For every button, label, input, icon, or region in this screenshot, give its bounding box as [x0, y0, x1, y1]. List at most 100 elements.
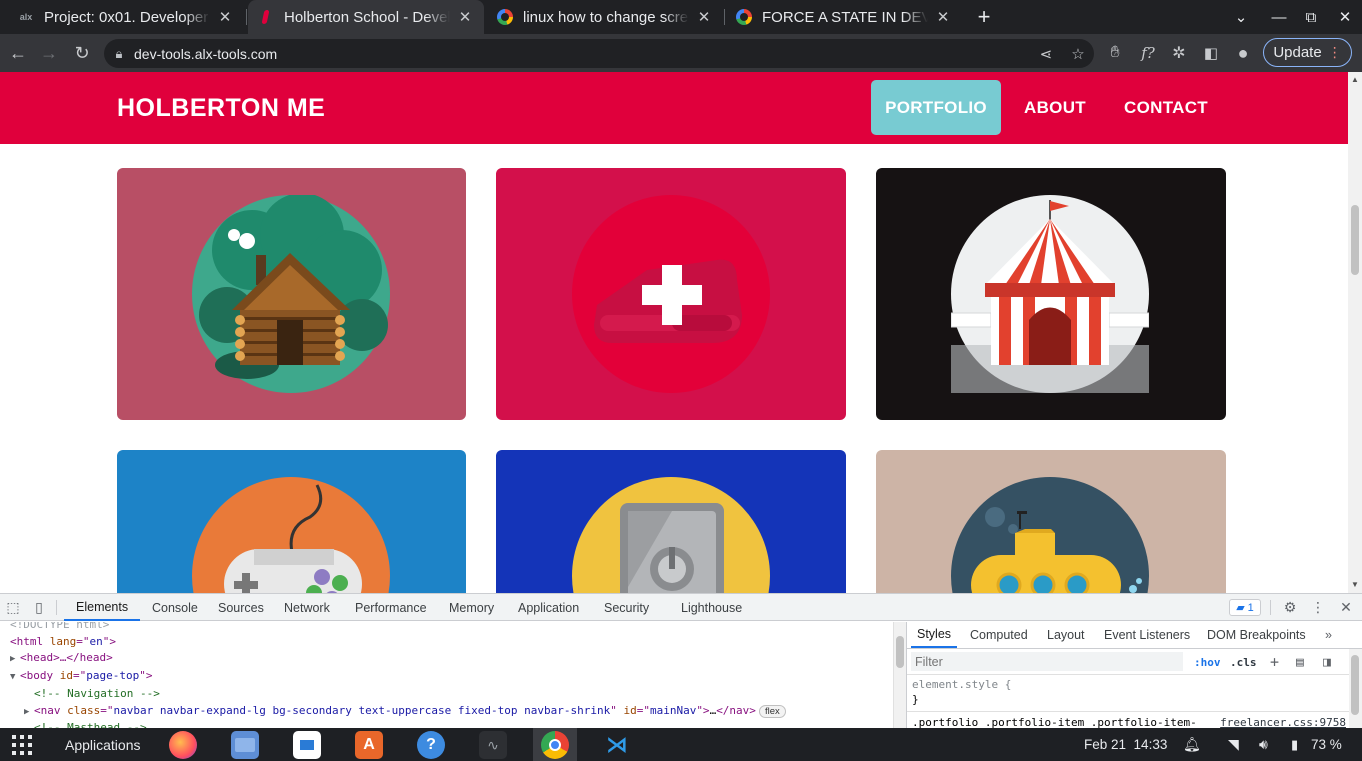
- new-tab-button[interactable]: +: [972, 0, 996, 34]
- puzzle-extensions-icon[interactable]: ✲: [1164, 38, 1194, 68]
- styles-tab-event-listeners[interactable]: Event Listeners: [1104, 622, 1190, 648]
- devtools-tab-lighthouse[interactable]: Lighthouse: [681, 594, 742, 621]
- styles-tab-computed[interactable]: Computed: [970, 622, 1028, 648]
- bell-icon[interactable]: 🔔︎: [1183, 728, 1201, 761]
- tab-search-chevron-icon[interactable]: ⌄: [1224, 0, 1258, 34]
- portfolio-item-cabin[interactable]: [117, 168, 466, 420]
- portfolio-item-safe[interactable]: [496, 450, 846, 593]
- minimize-button[interactable]: —: [1262, 0, 1296, 34]
- close-window-button[interactable]: ✕: [1328, 0, 1362, 34]
- comment-navigation[interactable]: <!-- Navigation -->: [0, 686, 893, 703]
- toggle-sidebar-icon[interactable]: ◨: [1323, 649, 1331, 675]
- element-style-rule[interactable]: element.style {: [907, 675, 1362, 692]
- browser-tab-active[interactable]: Holberton School - Developer tools ✕: [248, 0, 484, 34]
- more-tabs-chevron-icon[interactable]: »: [1325, 622, 1332, 648]
- close-tab-icon[interactable]: ✕: [216, 8, 234, 26]
- devtools-tab-network[interactable]: Network: [284, 594, 330, 621]
- devtools-tab-security[interactable]: Security: [604, 594, 649, 621]
- scroll-down-arrow-icon[interactable]: ▼: [1348, 580, 1362, 589]
- styles-tab-layout[interactable]: Layout: [1047, 622, 1085, 648]
- portfolio-item-submarine[interactable]: [876, 450, 1226, 593]
- browser-tab[interactable]: linux how to change screen brightness ✕: [487, 0, 723, 34]
- lock-icon[interactable]: 🔒︎: [104, 46, 134, 62]
- styles-tab-styles[interactable]: Styles: [911, 622, 958, 648]
- devtools-tab-elements[interactable]: Elements: [64, 594, 141, 621]
- issues-badge[interactable]: ▰ 1: [1229, 599, 1261, 616]
- profile-avatar-icon[interactable]: ●: [1228, 38, 1258, 68]
- nav-portfolio[interactable]: PORTFOLIO: [871, 80, 1001, 135]
- inspect-element-icon[interactable]: ⬚: [2, 594, 24, 621]
- chrome-icon[interactable]: [541, 731, 569, 759]
- devtools-tab-memory[interactable]: Memory: [449, 594, 494, 621]
- bookmark-star-icon[interactable]: ☆: [1062, 45, 1094, 63]
- more-options-icon[interactable]: ⋮: [1307, 594, 1329, 621]
- maximize-button[interactable]: ⧉: [1294, 0, 1328, 34]
- side-panel-icon[interactable]: ◧: [1196, 38, 1226, 68]
- vscode-icon[interactable]: ⋊: [603, 731, 631, 759]
- app-grid-icon[interactable]: [12, 735, 32, 755]
- scrollbar-thumb[interactable]: [896, 636, 904, 668]
- expand-triangle-icon[interactable]: ▶: [24, 704, 34, 721]
- close-tab-icon[interactable]: ✕: [934, 8, 952, 26]
- url-text[interactable]: dev-tools.alx-tools.com: [134, 46, 1030, 62]
- help-icon[interactable]: ?: [417, 731, 445, 759]
- collapse-triangle-icon[interactable]: ▼: [10, 669, 20, 686]
- head-node[interactable]: ▶ <head>…</head>: [0, 650, 893, 668]
- reload-icon[interactable]: ↻: [67, 38, 97, 68]
- back-arrow-icon[interactable]: ←: [3, 38, 33, 68]
- portfolio-item-circus[interactable]: [876, 168, 1226, 420]
- battery-percent[interactable]: 73 %: [1311, 728, 1342, 761]
- page-scrollbar[interactable]: ▲ ▼: [1348, 72, 1362, 593]
- portfolio-item-cake[interactable]: [496, 168, 846, 420]
- dom-tree-scrollbar[interactable]: [893, 622, 906, 729]
- nav-contact[interactable]: CONTACT: [1112, 80, 1220, 135]
- formula-extension-icon[interactable]: f?: [1133, 38, 1163, 68]
- wifi-icon[interactable]: ◥: [1228, 728, 1239, 761]
- browser-tab[interactable]: alx Project: 0x01. Developer tools ✕: [8, 0, 244, 34]
- writer-icon[interactable]: [293, 731, 321, 759]
- devtools-tab-sources[interactable]: Sources: [218, 594, 264, 621]
- files-icon[interactable]: [231, 731, 259, 759]
- device-toolbar-icon[interactable]: ▯: [28, 594, 50, 621]
- address-bar[interactable]: 🔒︎ dev-tools.alx-tools.com ⋖ ☆: [104, 39, 1094, 68]
- portfolio-item-game[interactable]: [117, 450, 466, 593]
- battery-icon[interactable]: ▮: [1291, 728, 1298, 761]
- devtools-tab-application[interactable]: Application: [518, 594, 579, 621]
- software-icon[interactable]: A: [355, 731, 383, 759]
- share-icon[interactable]: ⋖: [1030, 45, 1062, 63]
- devtools-tab-console[interactable]: Console: [152, 594, 198, 621]
- forward-arrow-icon[interactable]: →: [34, 38, 64, 68]
- clock[interactable]: Feb 21 14:33: [1084, 728, 1167, 761]
- doctype-line[interactable]: <!DOCTYPE html>: [0, 622, 893, 634]
- new-style-rule-icon[interactable]: +: [1270, 649, 1279, 675]
- update-button[interactable]: Update ⋮: [1263, 38, 1352, 67]
- body-node[interactable]: ▼ <body id="page-top">: [0, 668, 893, 686]
- site-brand[interactable]: HOLBERTON ME: [117, 94, 325, 123]
- styles-filter-input[interactable]: [911, 652, 1183, 671]
- scrollbar-thumb[interactable]: [1351, 205, 1359, 275]
- firefox-icon[interactable]: [169, 731, 197, 759]
- devtools-tab-performance[interactable]: Performance: [355, 594, 427, 621]
- system-monitor-icon[interactable]: ∿: [479, 731, 507, 759]
- nav-about[interactable]: ABOUT: [1010, 80, 1100, 135]
- class-toggle[interactable]: .cls: [1230, 649, 1257, 675]
- close-tab-icon[interactable]: ✕: [695, 8, 713, 26]
- styles-tab-dom-breakpoints[interactable]: DOM Breakpoints: [1207, 622, 1306, 648]
- expand-triangle-icon[interactable]: ▶: [10, 651, 20, 668]
- browser-tab[interactable]: FORCE A STATE IN DEV TOOLS ✕: [726, 0, 962, 34]
- applications-menu[interactable]: Applications: [65, 728, 141, 761]
- scroll-up-arrow-icon[interactable]: ▲: [1348, 75, 1362, 84]
- scrollbar-thumb[interactable]: [1351, 655, 1359, 715]
- gnome-extension-icon[interactable]: ✋︎: [1100, 38, 1130, 68]
- styles-scrollbar[interactable]: [1349, 649, 1362, 729]
- dom-tree[interactable]: <!DOCTYPE html> <html lang="en"> ▶ <head>…: [0, 622, 893, 729]
- color-format-icon[interactable]: ▤: [1296, 649, 1304, 675]
- html-node[interactable]: <html lang="en">: [0, 634, 893, 651]
- nav-node[interactable]: ▶ <nav class="navbar navbar-expand-lg bg-…: [0, 703, 893, 721]
- close-tab-icon[interactable]: ✕: [456, 8, 474, 26]
- settings-gear-icon[interactable]: ⚙: [1279, 594, 1301, 621]
- close-devtools-icon[interactable]: ✕: [1335, 594, 1357, 621]
- flex-badge[interactable]: flex: [758, 704, 786, 718]
- hover-state-toggle[interactable]: :hov: [1194, 649, 1221, 675]
- volume-icon[interactable]: 🔊︎: [1259, 728, 1268, 761]
